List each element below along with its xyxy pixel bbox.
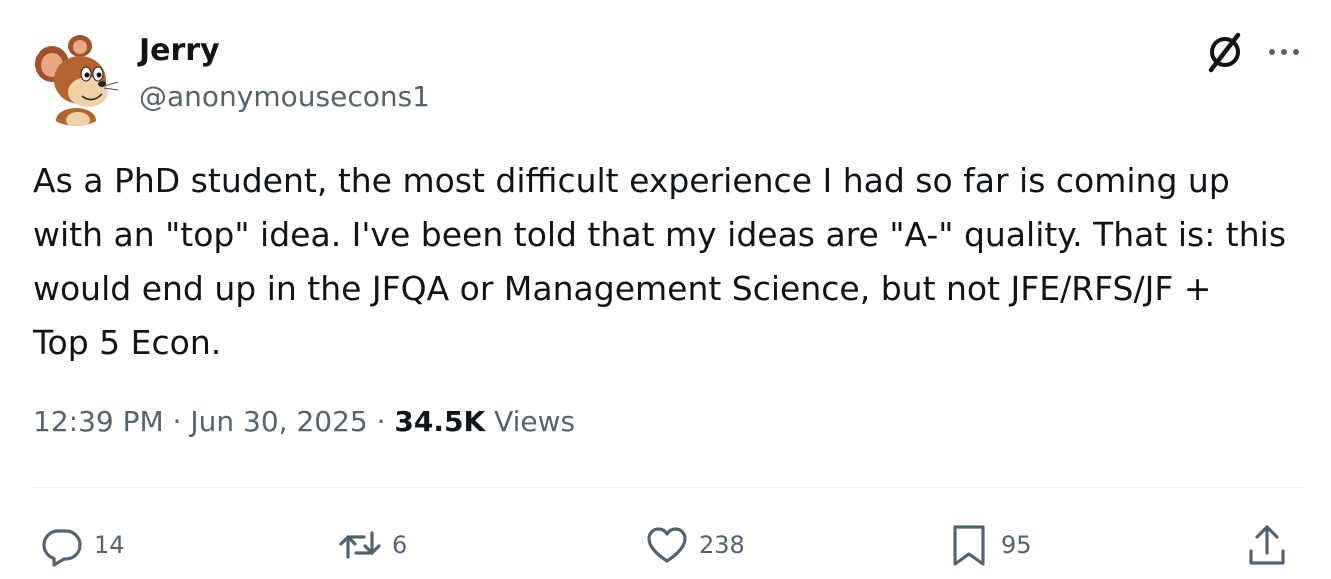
views-count: 34.5K (394, 405, 486, 438)
heart-icon (647, 527, 687, 563)
author-display-name[interactable]: Jerry (139, 33, 220, 68)
like-button[interactable]: 238 (645, 520, 745, 570)
jerry-mouse-avatar-icon (30, 34, 122, 126)
more-icon[interactable] (1264, 38, 1304, 66)
share-button[interactable] (1245, 520, 1289, 570)
post-meta: 12:39 PM · Jun 30, 2025 · 34.5K Views (33, 405, 575, 438)
author-handle[interactable]: @anonymousecons1 (139, 80, 430, 113)
like-count: 238 (699, 531, 745, 559)
reply-icon (42, 529, 82, 567)
views-label: Views (494, 405, 576, 438)
reply-button[interactable]: 14 (40, 520, 125, 570)
bookmark-count: 95 (1001, 531, 1032, 559)
divider (33, 487, 1304, 488)
bookmark-icon (953, 525, 985, 566)
avatar[interactable] (30, 34, 122, 126)
repost-count: 6 (392, 531, 408, 559)
meta-separator: · (172, 405, 182, 438)
reply-count: 14 (94, 531, 125, 559)
repost-icon (339, 531, 381, 559)
grok-icon[interactable] (1203, 30, 1247, 74)
post-date[interactable]: Jun 30, 2025 (190, 405, 367, 438)
share-icon (1249, 525, 1285, 565)
post-time[interactable]: 12:39 PM (33, 405, 164, 438)
repost-button[interactable]: 6 (338, 520, 407, 570)
meta-separator: · (376, 405, 386, 438)
post-text: As a PhD student, the most difficult exp… (33, 161, 1287, 362)
tweet-card: Jerry @anonymousecons1 As a PhD student,… (0, 0, 1331, 579)
bookmark-button[interactable]: 95 (947, 520, 1032, 570)
